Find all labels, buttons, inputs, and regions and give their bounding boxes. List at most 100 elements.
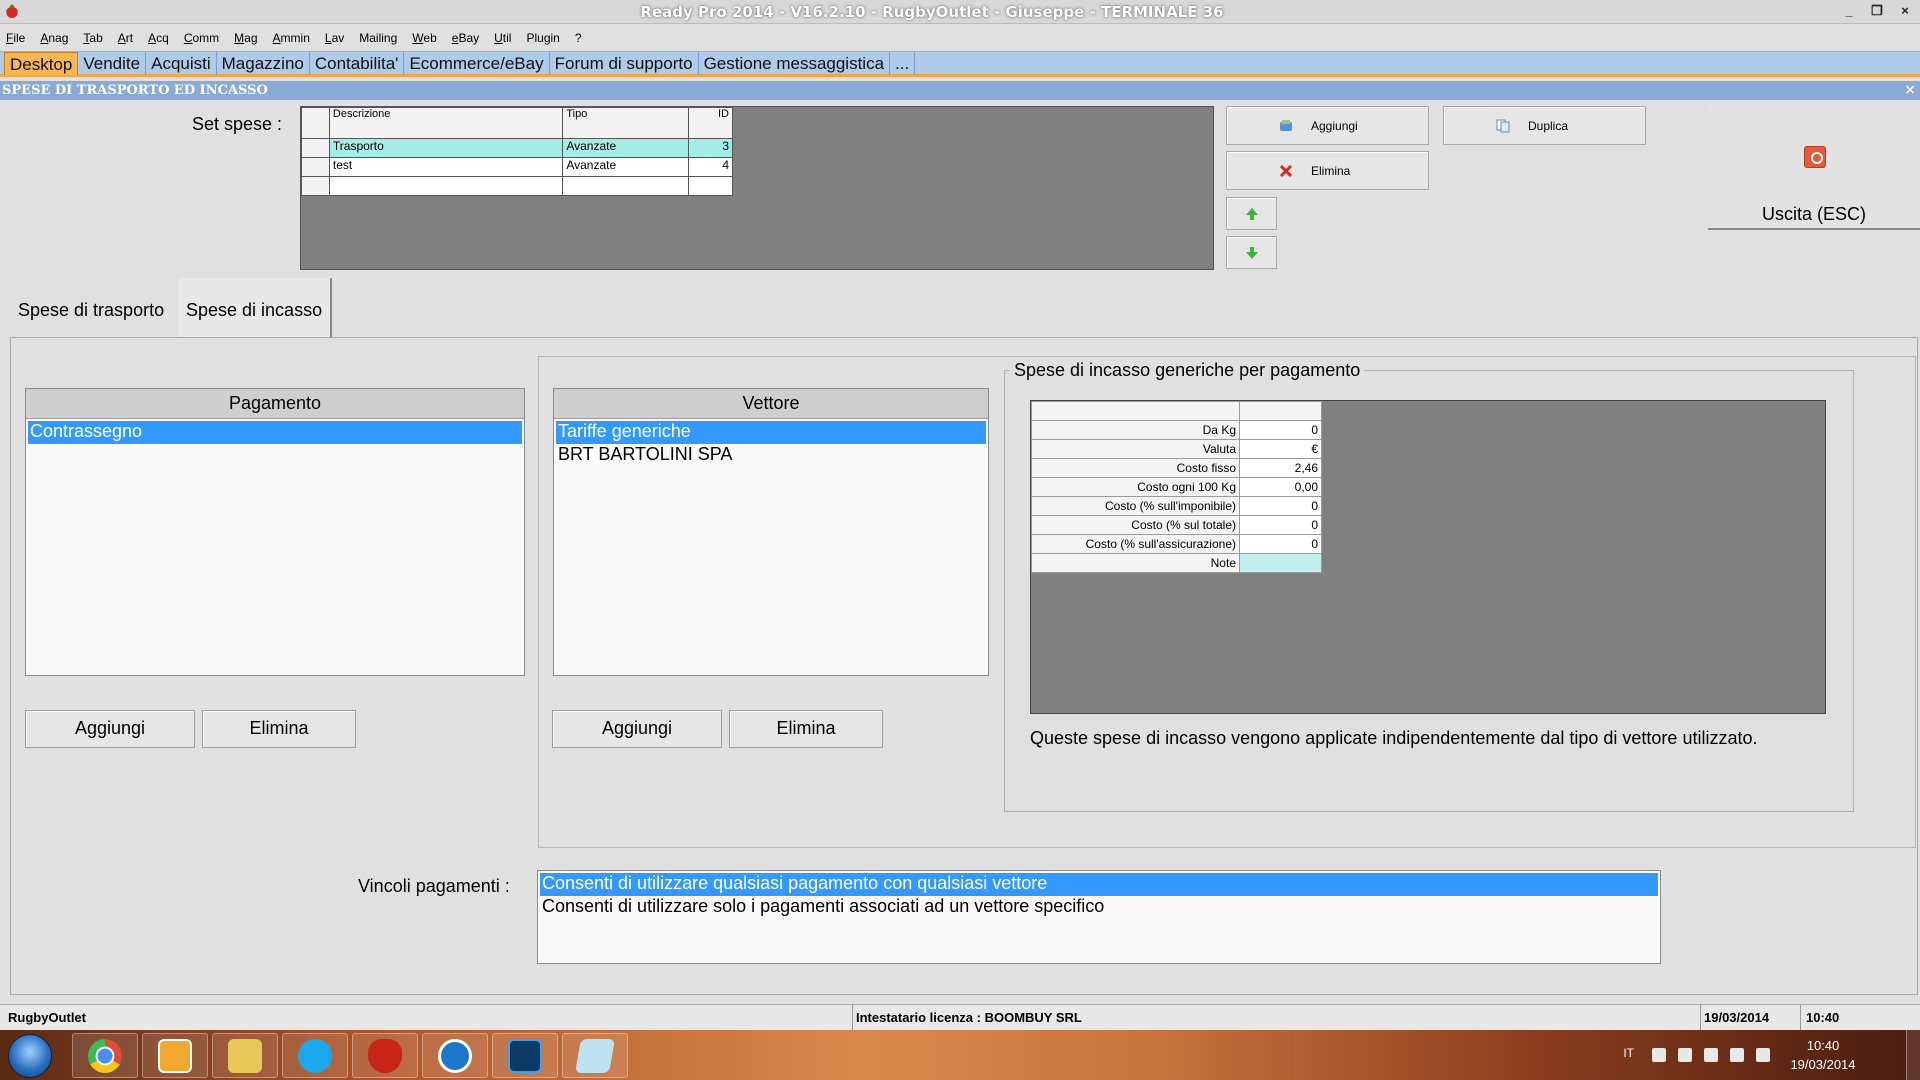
- grid-row[interactable]: Costo ogni 100 Kg 0,00: [1031, 477, 1322, 497]
- chrome-icon[interactable]: [72, 1033, 138, 1078]
- cell-tipo[interactable]: Avanzate: [562, 138, 690, 158]
- list-item[interactable]: Consenti di utilizzare qualsiasi pagamen…: [540, 873, 1658, 896]
- restore-button[interactable]: ❐: [1868, 2, 1886, 20]
- teamviewer-icon[interactable]: [422, 1033, 488, 1078]
- property-value[interactable]: €: [1239, 439, 1322, 459]
- tab-desktop[interactable]: Desktop: [4, 52, 79, 75]
- property-value[interactable]: 0: [1239, 534, 1322, 554]
- tab-spese-incasso[interactable]: Spese di incasso: [178, 278, 333, 338]
- menu-item[interactable]: Web: [412, 28, 436, 50]
- table-row[interactable]: Trasporto Avanzate 3: [301, 138, 733, 158]
- menu-item[interactable]: Tab: [83, 28, 102, 50]
- delete-x-icon: [1279, 164, 1293, 177]
- menu-item-accelerator: U: [494, 31, 503, 45]
- list-item[interactable]: Tariffe generiche: [556, 421, 986, 444]
- show-desktop-button[interactable]: [1906, 1030, 1920, 1080]
- vettore-list[interactable]: Vettore Tariffe generiche BRT BARTOLINI …: [553, 388, 989, 676]
- menu-item[interactable]: ?: [575, 28, 582, 50]
- tab-acquisti[interactable]: Acquisti: [146, 52, 217, 75]
- cell-descrizione[interactable]: [328, 176, 564, 196]
- clock[interactable]: 10:40 19/03/2014: [1778, 1036, 1868, 1074]
- cell-id[interactable]: 3: [688, 138, 733, 158]
- tab-more[interactable]: ...: [890, 52, 916, 75]
- list-item[interactable]: Contrassegno: [28, 421, 522, 444]
- uscita-button[interactable]: Uscita (ESC): [1708, 106, 1920, 230]
- spese-generiche-legend: Spese di incasso generiche per pagamento: [1010, 360, 1365, 381]
- elimina-pagamento-button[interactable]: Elimina: [202, 710, 356, 748]
- menu-item[interactable]: Comm: [184, 28, 219, 50]
- menu-item-text: av: [331, 31, 345, 45]
- close-window-button[interactable]: ×: [1896, 2, 1914, 20]
- cell-descrizione[interactable]: Trasporto: [328, 138, 564, 158]
- outlook-icon[interactable]: [142, 1033, 208, 1078]
- tab-gestione-messaggistica[interactable]: Gestione messaggistica: [699, 52, 891, 75]
- menu-item[interactable]: Mailing: [359, 28, 397, 50]
- cell-tipo[interactable]: Avanzate: [562, 157, 690, 177]
- tab-spese-trasporto[interactable]: Spese di trasporto: [10, 278, 172, 338]
- tab-contabilita[interactable]: Contabilita': [310, 52, 405, 75]
- tab-ecommerce-ebay[interactable]: Ecommerce/eBay: [404, 52, 550, 75]
- menu-item[interactable]: Mag: [234, 28, 257, 50]
- ready-pro-icon[interactable]: [352, 1033, 418, 1078]
- elimina-set-button[interactable]: Elimina: [1226, 151, 1429, 190]
- column-header-descrizione[interactable]: Descrizione: [328, 107, 564, 139]
- network-icon[interactable]: [1678, 1048, 1692, 1062]
- property-value[interactable]: 2,46: [1239, 458, 1322, 478]
- menu-item[interactable]: Anag: [40, 28, 68, 50]
- tab-magazzino[interactable]: Magazzino: [217, 52, 310, 75]
- menu-item[interactable]: Acq: [148, 28, 169, 50]
- file-explorer-icon[interactable]: [212, 1033, 278, 1078]
- tab-vendite[interactable]: Vendite: [78, 52, 147, 75]
- grid-row[interactable]: Da Kg 0: [1031, 420, 1322, 440]
- property-value[interactable]: [1239, 553, 1322, 573]
- volume-icon[interactable]: [1756, 1048, 1770, 1062]
- move-up-button[interactable]: [1226, 197, 1277, 230]
- action-center-icon[interactable]: [1704, 1048, 1718, 1062]
- menu-item[interactable]: Ammin: [273, 28, 310, 50]
- property-value[interactable]: 0: [1239, 420, 1322, 440]
- table-row-empty[interactable]: [301, 176, 733, 196]
- menu-item[interactable]: eBay: [452, 28, 479, 50]
- menu-item[interactable]: Util: [494, 28, 511, 50]
- section-close-icon[interactable]: ×: [1904, 82, 1916, 98]
- cell-id[interactable]: 4: [688, 157, 733, 177]
- column-header-id[interactable]: ID: [688, 107, 733, 139]
- grid-row[interactable]: Costo fisso 2,46: [1031, 458, 1322, 478]
- pagamento-list[interactable]: Pagamento Contrassegno: [25, 388, 525, 676]
- cell-tipo[interactable]: [562, 176, 690, 196]
- wifi-icon[interactable]: [1730, 1048, 1744, 1062]
- notes-icon[interactable]: [562, 1033, 628, 1078]
- language-indicator[interactable]: IT: [1623, 1046, 1634, 1060]
- tray-expand-icon[interactable]: [1652, 1048, 1666, 1062]
- table-row[interactable]: test Avanzate 4: [301, 157, 733, 177]
- property-value[interactable]: 0: [1239, 496, 1322, 516]
- move-down-button[interactable]: [1226, 236, 1277, 269]
- grid-row[interactable]: Costo (% sull'imponibile) 0: [1031, 496, 1322, 516]
- menu-item[interactable]: Plugin: [526, 28, 559, 50]
- aggiungi-set-button[interactable]: Aggiungi: [1226, 106, 1429, 145]
- property-value[interactable]: 0: [1239, 515, 1322, 535]
- menu-item[interactable]: Lav: [325, 28, 344, 50]
- photoshop-icon[interactable]: [492, 1033, 558, 1078]
- menu-item[interactable]: Art: [118, 28, 133, 50]
- duplica-set-button[interactable]: Duplica: [1443, 106, 1646, 145]
- cell-id[interactable]: [688, 176, 733, 196]
- cell-descrizione[interactable]: test: [328, 157, 564, 177]
- tab-forum-supporto[interactable]: Forum di supporto: [550, 52, 699, 75]
- list-item[interactable]: BRT BARTOLINI SPA: [556, 444, 986, 467]
- column-header-tipo[interactable]: Tipo: [562, 107, 690, 139]
- elimina-vettore-button[interactable]: Elimina: [729, 710, 883, 748]
- minimize-button[interactable]: _: [1840, 2, 1858, 20]
- grid-row[interactable]: Note: [1031, 553, 1322, 573]
- grid-row[interactable]: Valuta €: [1031, 439, 1322, 459]
- start-button[interactable]: [8, 1034, 52, 1078]
- grid-row[interactable]: Costo (% sull'assicurazione) 0: [1031, 534, 1322, 554]
- grid-row[interactable]: Costo (% sul totale) 0: [1031, 515, 1322, 535]
- aggiungi-vettore-button[interactable]: Aggiungi: [552, 710, 722, 748]
- menu-item[interactable]: File: [6, 28, 25, 50]
- aggiungi-pagamento-button[interactable]: Aggiungi: [25, 710, 195, 748]
- skype-icon[interactable]: [282, 1033, 348, 1078]
- property-value[interactable]: 0,00: [1239, 477, 1322, 497]
- list-item[interactable]: Consenti di utilizzare solo i pagamenti …: [540, 896, 1658, 919]
- vincoli-pagamenti-list[interactable]: Consenti di utilizzare qualsiasi pagamen…: [537, 870, 1661, 964]
